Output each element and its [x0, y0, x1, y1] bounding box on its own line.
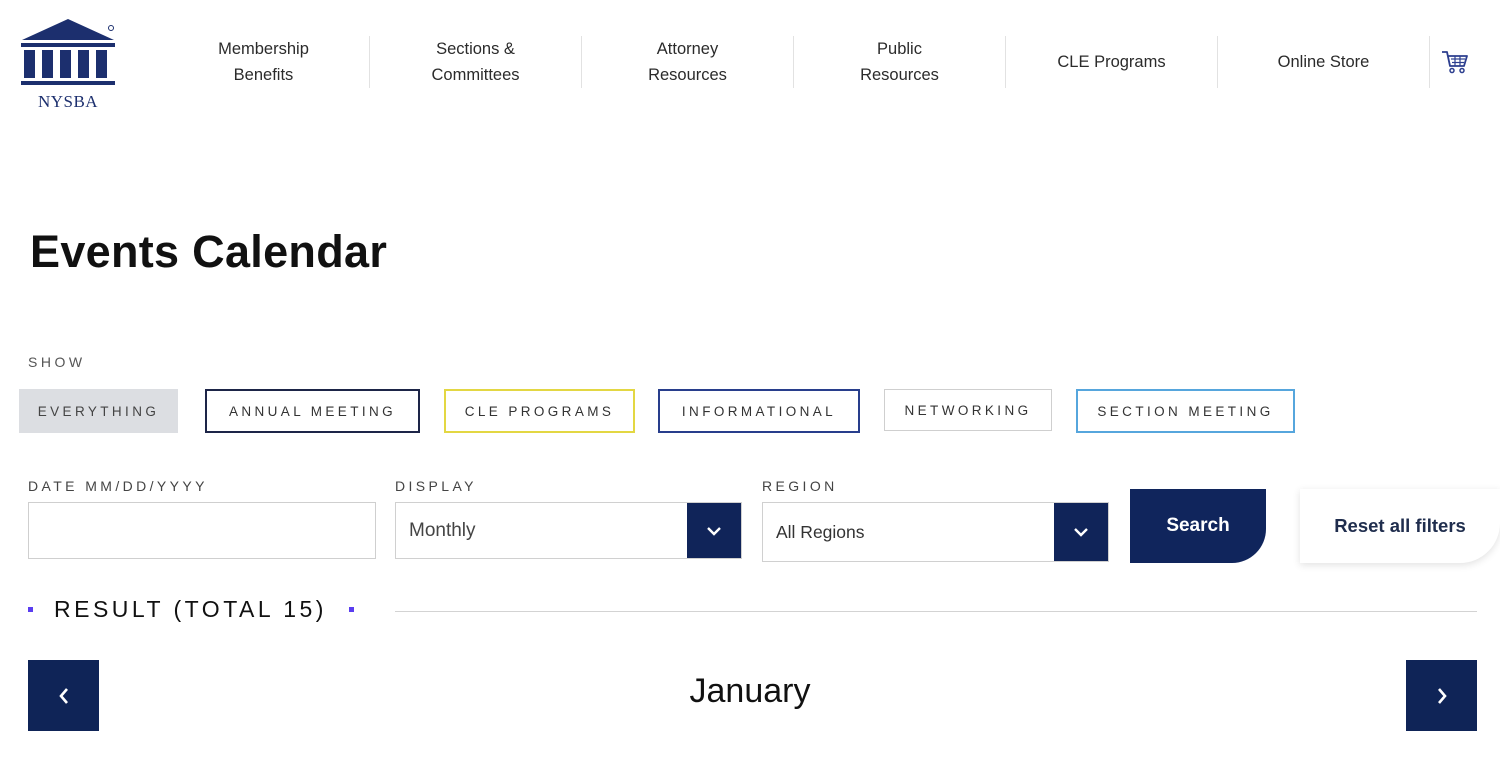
- divider: [395, 611, 1477, 612]
- filter-chip-everything[interactable]: EVERYTHING: [19, 389, 178, 433]
- search-button[interactable]: Search: [1130, 489, 1266, 563]
- chevron-down-icon[interactable]: [687, 503, 741, 558]
- nav-sections-committees[interactable]: Sections & Committees: [370, 36, 582, 88]
- filter-chip-networking[interactable]: NETWORKING: [884, 389, 1052, 431]
- region-select[interactable]: All Regions: [762, 502, 1109, 562]
- show-label: SHOW: [28, 354, 86, 370]
- page-title: Events Calendar: [30, 226, 388, 277]
- logo-text: NYSBA: [37, 92, 99, 111]
- result-count: RESULT (TOTAL 15): [28, 596, 354, 623]
- month-title: January: [689, 672, 811, 710]
- display-select-value: Monthly: [409, 519, 476, 541]
- filter-chip-cle-programs[interactable]: CLE PROGRAMS: [444, 389, 635, 433]
- nav-membership-benefits[interactable]: Membership Benefits: [158, 36, 370, 88]
- region-label: REGION: [762, 478, 838, 494]
- filter-chip-section-meeting[interactable]: SECTION MEETING: [1076, 389, 1295, 433]
- nysba-logo[interactable]: NYSBA: [18, 16, 118, 111]
- reset-filters-button[interactable]: Reset all filters: [1300, 489, 1500, 563]
- prev-month-button[interactable]: [28, 660, 99, 731]
- display-label: DISPLAY: [395, 478, 477, 494]
- shopping-cart-icon[interactable]: [1440, 48, 1474, 78]
- filter-chip-annual-meeting[interactable]: ANNUAL MEETING: [205, 389, 420, 433]
- main-nav: Membership Benefits Sections & Committee…: [158, 36, 1430, 88]
- date-input[interactable]: [28, 502, 376, 559]
- region-select-value: All Regions: [776, 521, 865, 542]
- bullet-dot: [348, 607, 354, 612]
- nav-public-resources[interactable]: Public Resources: [794, 36, 1006, 88]
- result-text: RESULT (TOTAL 15): [54, 596, 327, 622]
- chevron-right-icon: [1437, 687, 1447, 704]
- chevron-left-icon: [58, 687, 68, 704]
- next-month-button[interactable]: [1406, 660, 1477, 731]
- filter-chip-informational[interactable]: INFORMATIONAL: [658, 389, 860, 433]
- nav-online-store[interactable]: Online Store: [1218, 36, 1430, 88]
- date-label: DATE MM/DD/YYYY: [28, 478, 208, 494]
- bullet-dot: [28, 607, 33, 612]
- chevron-down-icon[interactable]: [1054, 503, 1108, 561]
- display-select[interactable]: Monthly: [395, 502, 742, 559]
- nav-cle-programs[interactable]: CLE Programs: [1006, 36, 1218, 88]
- nav-attorney-resources[interactable]: Attorney Resources: [582, 36, 794, 88]
